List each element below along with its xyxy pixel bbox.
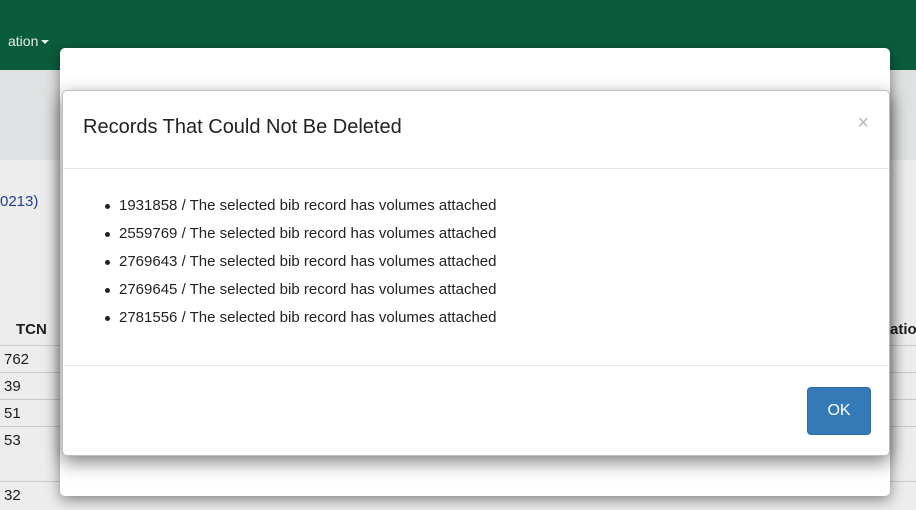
close-icon[interactable]: × [857, 113, 869, 133]
nav-menu-label: ation [8, 33, 39, 49]
list-item: 1931858 / The selected bib record has vo… [104, 196, 496, 224]
dialog-body: 1931858 / The selected bib record has vo… [63, 169, 889, 365]
ok-button[interactable]: OK [807, 387, 871, 435]
dialog-header: Records That Could Not Be Deleted × [63, 91, 889, 169]
background-tcn-column-header: TCN [16, 321, 47, 338]
list-item: 2769645 / The selected bib record has vo… [104, 280, 496, 308]
list-item: 2769643 / The selected bib record has vo… [104, 252, 496, 280]
error-list: 1931858 / The selected bib record has vo… [104, 196, 496, 336]
caret-down-icon [41, 40, 50, 44]
delete-error-dialog: Records That Could Not Be Deleted × 1931… [62, 90, 890, 456]
dialog-title: Records That Could Not Be Deleted [83, 116, 402, 138]
nav-menu-dropdown[interactable]: ation [8, 33, 50, 49]
list-item: 2559769 / The selected bib record has vo… [104, 224, 496, 252]
background-record-id: 0213) [0, 193, 39, 210]
dialog-footer: OK [63, 365, 889, 455]
background-right-column-header: atio [890, 321, 916, 338]
list-item: 2781556 / The selected bib record has vo… [104, 308, 496, 336]
